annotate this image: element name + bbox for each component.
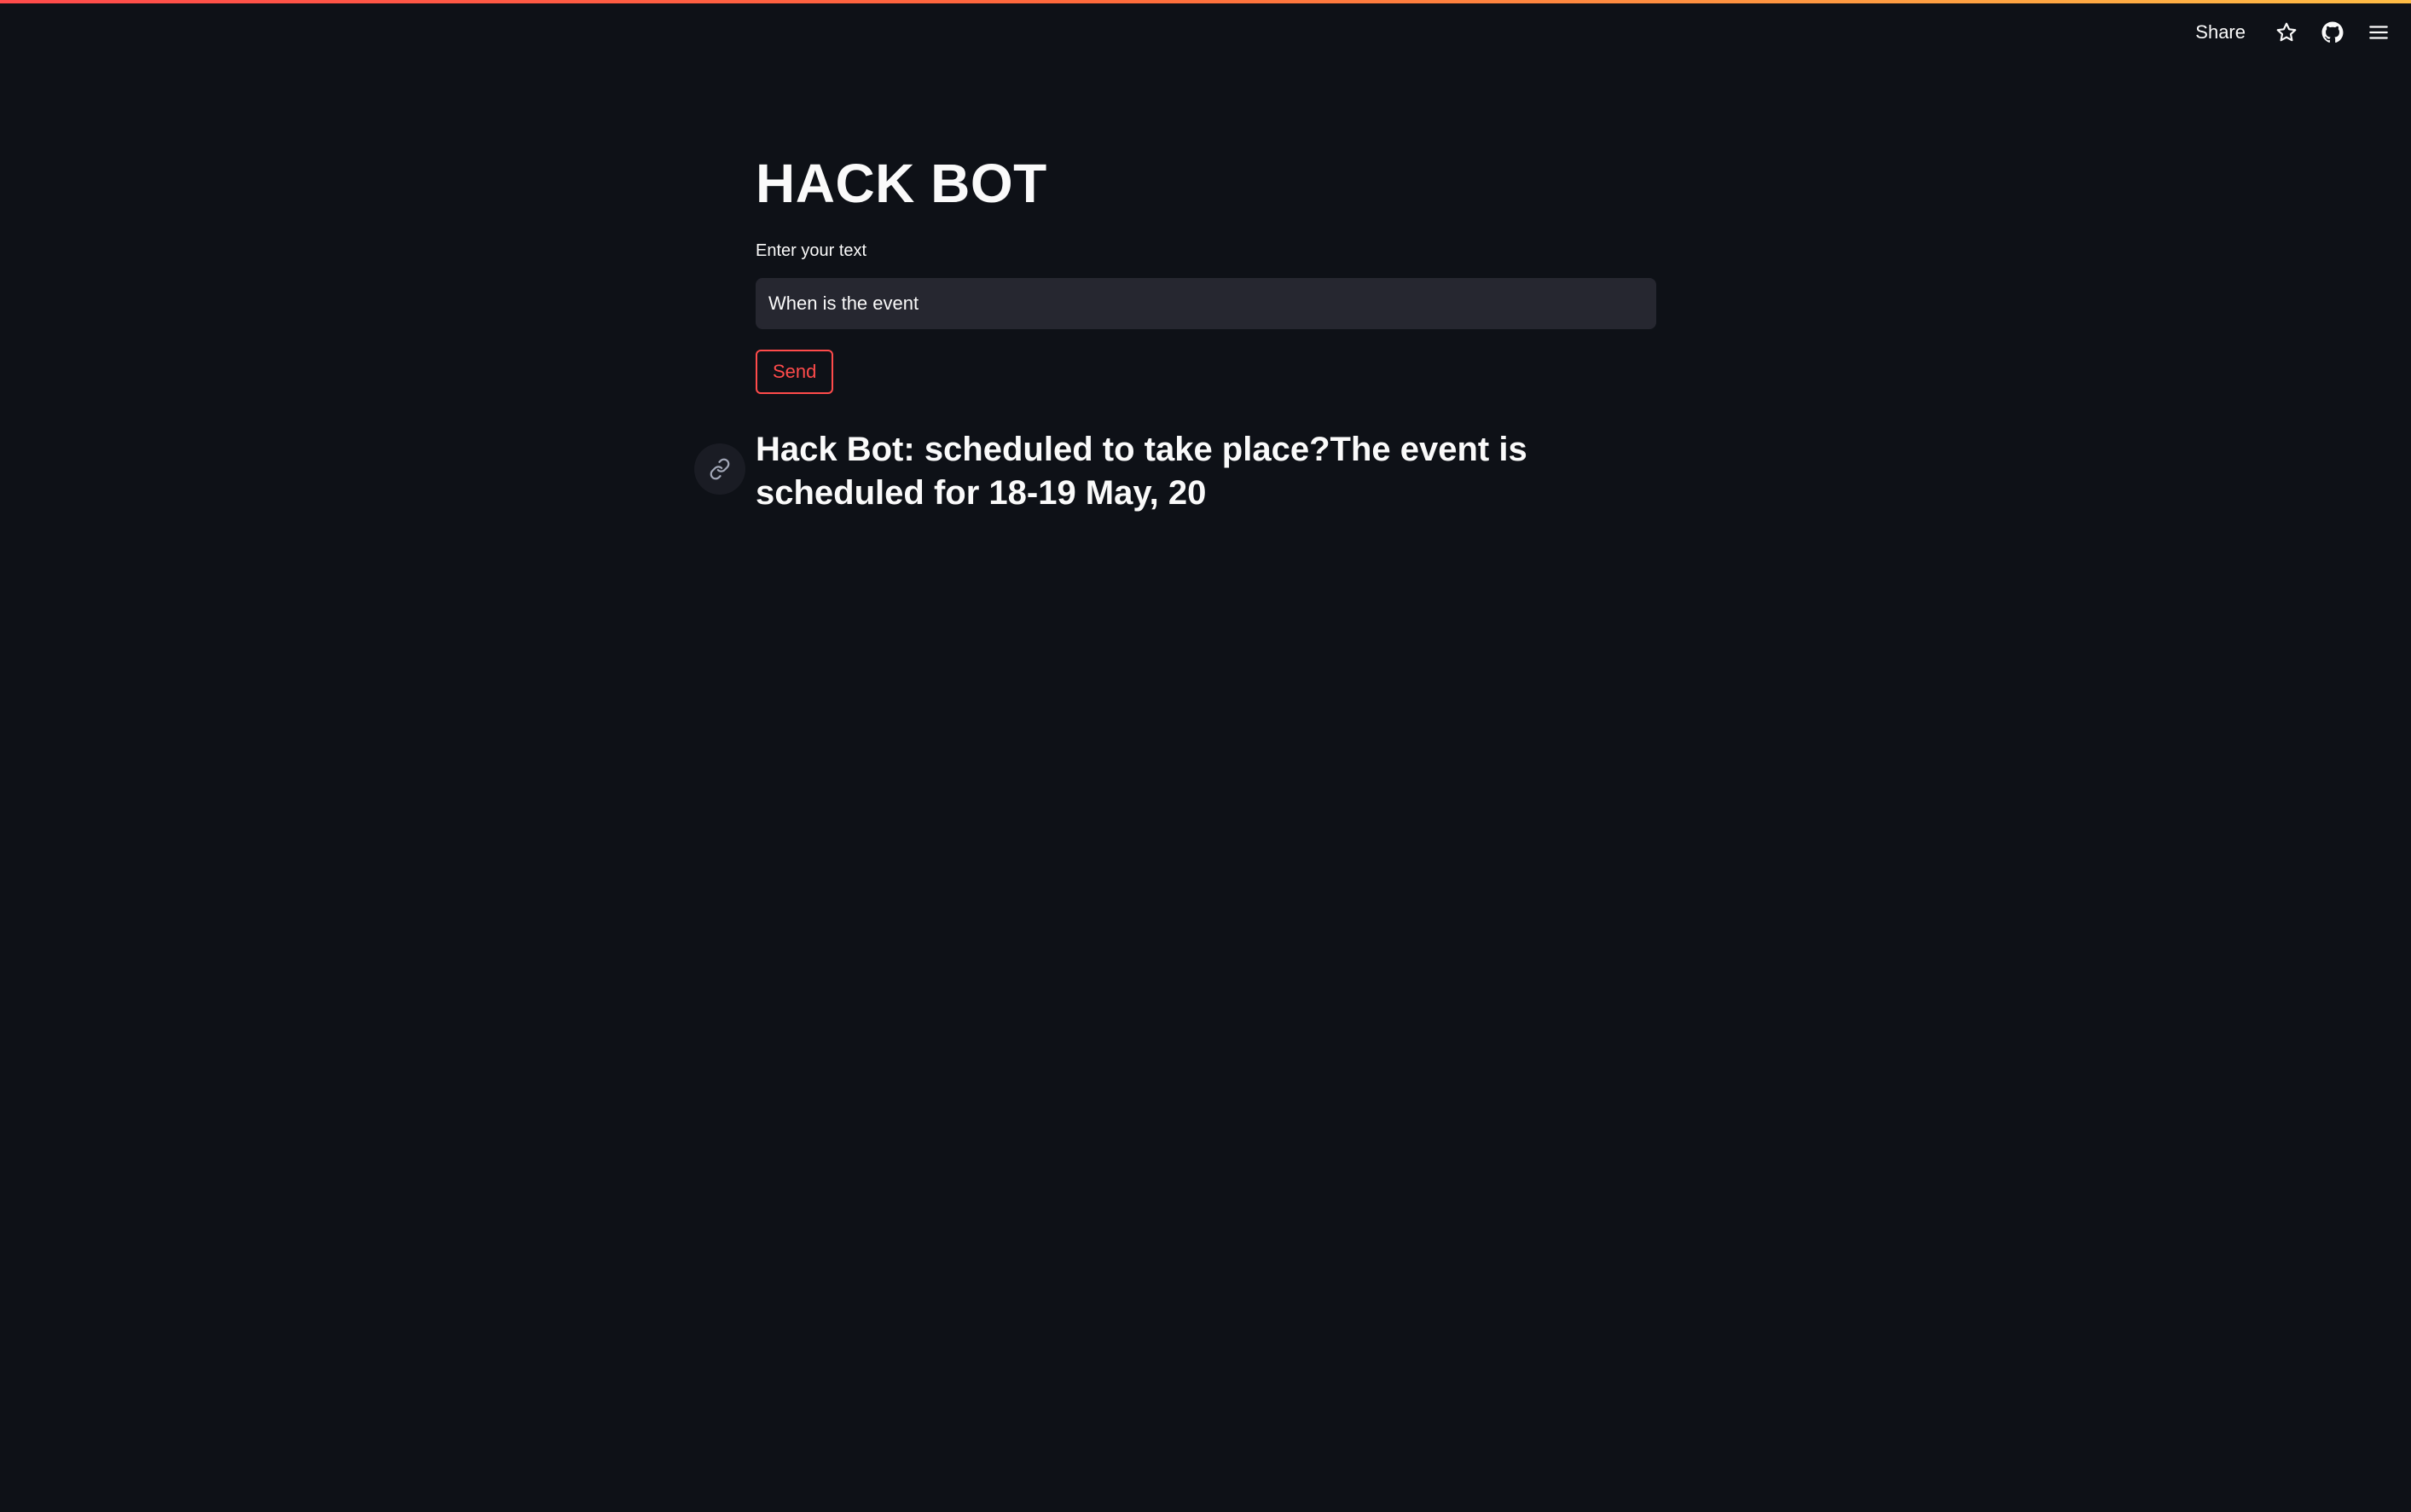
share-button[interactable]: Share bbox=[2187, 16, 2254, 49]
main-content: HACK BOT Enter your text Send Hack Bot: … bbox=[694, 145, 1656, 515]
link-icon[interactable] bbox=[694, 443, 745, 495]
page-title: HACK BOT bbox=[756, 153, 1047, 214]
answer-section: Hack Bot: scheduled to take place?The ev… bbox=[694, 428, 1656, 515]
text-input-label: Enter your text bbox=[756, 241, 867, 260]
star-icon[interactable] bbox=[2273, 19, 2300, 46]
send-button[interactable]: Send bbox=[756, 350, 834, 394]
github-icon[interactable] bbox=[2319, 19, 2346, 46]
hamburger-menu-icon[interactable] bbox=[2365, 19, 2392, 46]
top-decoration-bar bbox=[0, 0, 2411, 3]
text-input[interactable] bbox=[756, 278, 1656, 329]
bot-answer: Hack Bot: scheduled to take place?The ev… bbox=[756, 431, 1527, 512]
app-header: Share bbox=[2187, 3, 2411, 61]
